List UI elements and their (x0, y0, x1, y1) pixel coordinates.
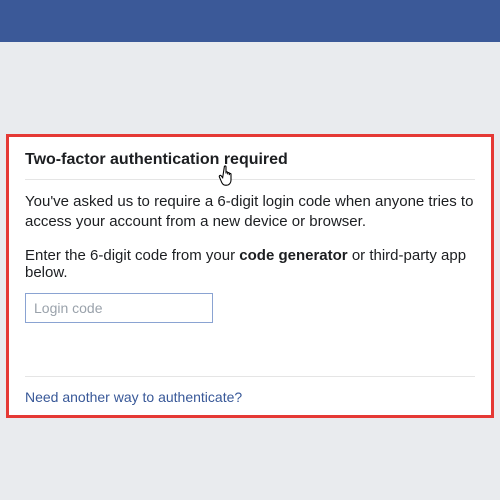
divider (25, 376, 475, 377)
card-description: You've asked us to require a 6-digit log… (25, 192, 475, 233)
cursor-pointer-icon (216, 164, 236, 188)
topbar (0, 0, 500, 42)
card-title: Two-factor authentication required (25, 151, 475, 180)
instruction-bold: code generator (239, 247, 347, 264)
alternate-auth-link[interactable]: Need another way to authenticate? (25, 389, 475, 405)
card-instruction: Enter the 6-digit code from your code ge… (25, 247, 475, 281)
dialog-highlight-box: Two-factor authentication required You'v… (6, 134, 494, 418)
instruction-prefix: Enter the 6-digit code from your (25, 247, 239, 264)
login-code-input[interactable] (25, 293, 213, 323)
two-factor-card: Two-factor authentication required You'v… (9, 137, 491, 415)
